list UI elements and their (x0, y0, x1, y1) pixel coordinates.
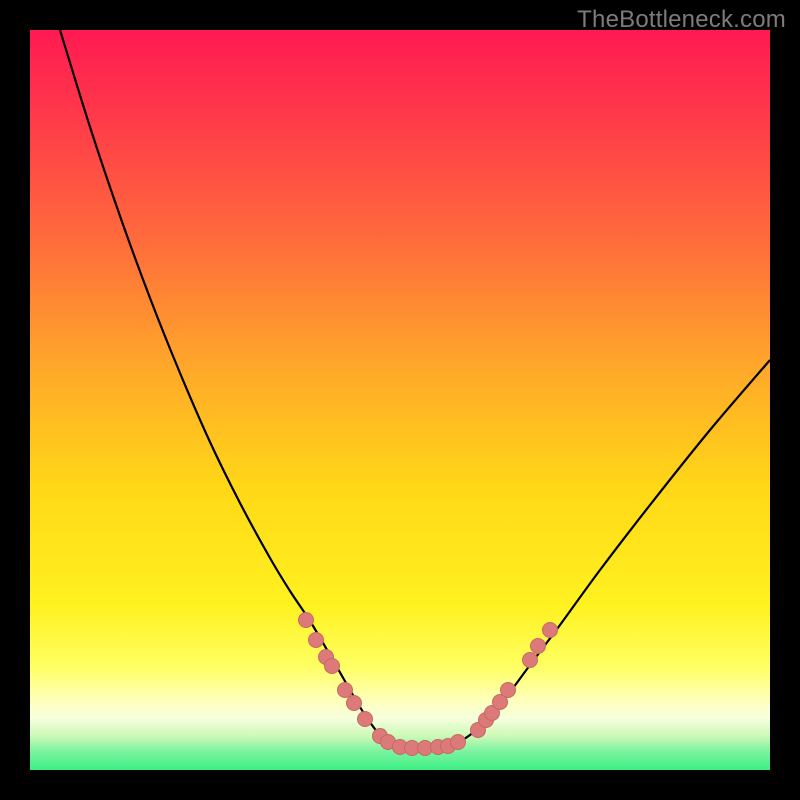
data-point (309, 633, 324, 648)
data-point (325, 659, 340, 674)
data-point (501, 683, 516, 698)
data-point (451, 735, 466, 750)
data-point (338, 683, 353, 698)
data-point (523, 653, 538, 668)
plot-area (30, 30, 770, 770)
gradient-background (30, 30, 770, 770)
data-point (531, 639, 546, 654)
data-point (347, 696, 362, 711)
data-point (543, 623, 558, 638)
data-point (358, 712, 373, 727)
chart-frame: TheBottleneck.com (0, 0, 800, 800)
chart-svg (30, 30, 770, 770)
data-point (299, 613, 314, 628)
